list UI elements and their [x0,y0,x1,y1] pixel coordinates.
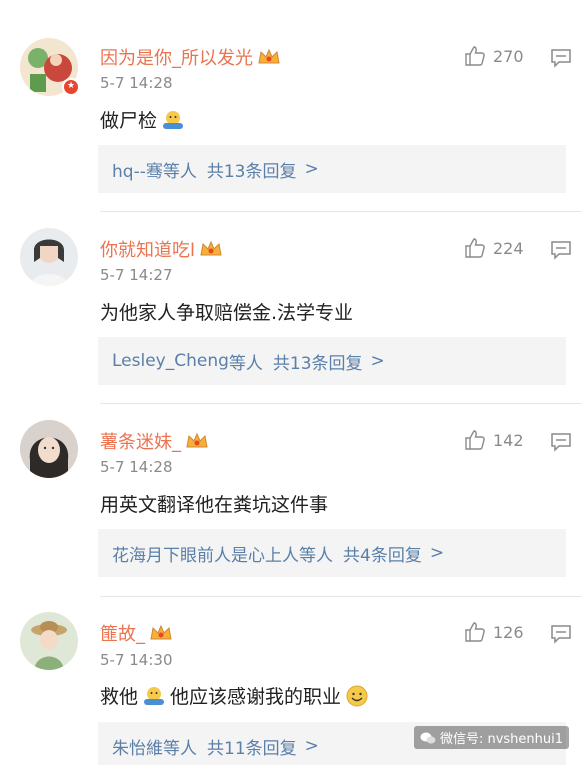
reply-count-link[interactable]: 共4条回复 [343,541,422,566]
smile-emoji-icon [346,685,368,706]
thumbs-up-icon [465,46,485,66]
reply-comment-icon[interactable] [550,48,572,68]
member-crown-icon [150,624,172,640]
comment-text-part: 为他家人争取赔偿金.法学专业 [100,302,354,324]
comment-text: 救他 他应该感谢我的职业 [100,682,373,709]
reply-comment-icon[interactable] [550,624,572,644]
divider [100,596,581,597]
chevron-right-icon: > [370,351,385,371]
comment-text: 为他家人争取赔偿金.法学专业 [100,298,353,325]
timestamp: 5-7 14:27 [100,266,173,284]
watermark-text: 微信号: nvshenhui1 [439,732,563,747]
like-count: 224 [493,238,524,258]
thumbs-up-icon [465,430,485,450]
reply-comment-icon[interactable] [550,432,572,452]
reply-count-link[interactable]: 共11条回复 [207,734,297,759]
like-button[interactable]: 126 [463,620,524,644]
like-button[interactable]: 142 [463,428,524,452]
like-count: 142 [493,430,524,450]
username[interactable]: 薯条迷妹_ [100,428,209,454]
comment-text-part: 用英文翻译他在粪坑这件事 [100,494,329,516]
chevron-right-icon: > [304,736,319,756]
timestamp: 5-7 14:28 [100,74,173,92]
username-text[interactable]: 你就知道吃l [100,236,195,262]
thumbs-up-icon [465,238,485,258]
like-count: 126 [493,622,524,642]
username-text[interactable]: 薯条迷妹_ [100,428,181,454]
wechat-watermark: 微信号: nvshenhui1 [413,726,569,749]
reply-suffix: 等人 [228,353,263,374]
reply-username[interactable]: hq--骞 [112,157,163,182]
verified-badge-icon [62,78,80,96]
username[interactable]: 因为是你_所以发光 [100,44,281,70]
comment-text-part: 救他 [100,686,139,708]
username-text[interactable]: 因为是你_所以发光 [100,44,253,70]
comment-text-part: 做尸检 [100,110,158,132]
reply-count-link[interactable]: 共13条回复 [273,349,363,374]
chevron-right-icon: > [429,543,445,563]
comment-text: 用英文翻译他在粪坑这件事 [100,490,328,517]
reply-suffix: 等人 [162,161,197,182]
username-text[interactable]: 篚故_ [100,620,145,646]
reply-username[interactable]: 朱怡維 [112,734,163,759]
reply-suffix: 等人 [163,738,197,759]
reply-count-link[interactable]: 共13条回复 [207,157,297,182]
avatar[interactable] [20,420,78,478]
divider [100,211,581,212]
reply-comment-icon[interactable] [550,240,572,260]
shrug-emoji-icon [144,686,165,705]
member-crown-icon [186,432,208,448]
wechat-icon [420,732,436,744]
avatar[interactable] [20,612,78,670]
avatar[interactable] [20,228,78,286]
reply-username[interactable]: Lesley_Cheng [112,351,229,371]
divider [100,403,581,404]
like-count: 270 [493,46,524,66]
reply-username[interactable]: 花海月下眼前人是心上人 [112,541,299,566]
member-crown-icon [258,48,280,64]
replies-preview[interactable]: hq--骞 等人 共13条回复 > [98,145,566,193]
timestamp: 5-7 14:28 [100,458,173,476]
shrug-emoji-icon [163,110,184,129]
replies-preview[interactable]: 花海月下眼前人是心上人 等人 共4条回复 > [98,529,566,577]
like-button[interactable]: 224 [463,236,524,260]
username[interactable]: 篚故_ [100,620,173,646]
username[interactable]: 你就知道吃l [100,236,223,262]
member-crown-icon [200,240,222,256]
reply-suffix: 等人 [299,545,333,566]
comment-text: 做尸检 [100,106,189,133]
comment-text-part: 他应该感谢我的职业 [170,686,342,708]
replies-preview[interactable]: Lesley_Cheng 等人 共13条回复 > [98,337,566,385]
thumbs-up-icon [465,622,485,642]
timestamp: 5-7 14:30 [100,651,173,669]
like-button[interactable]: 270 [463,44,524,68]
chevron-right-icon: > [304,159,319,179]
